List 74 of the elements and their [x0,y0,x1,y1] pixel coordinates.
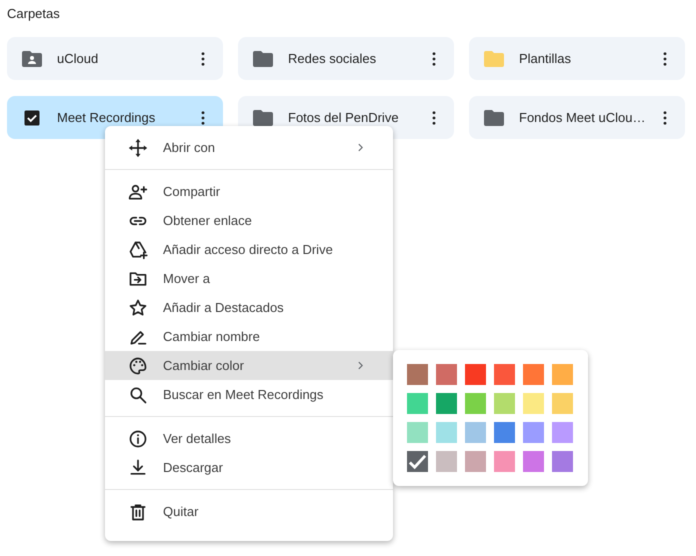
more-icon [663,110,667,124]
color-swatch[interactable] [494,451,515,472]
color-swatch[interactable] [523,364,544,385]
color-swatch[interactable] [465,451,486,472]
color-swatch[interactable] [465,393,486,414]
menu-item[interactable]: Compartir [105,177,393,206]
trash-icon [128,502,148,522]
menu-item[interactable]: Ver detalles [105,424,393,453]
info-icon [128,428,148,448]
menu-item[interactable]: Añadir acceso directo a Drive [105,235,393,264]
menu-item[interactable]: Buscar en Meet Recordings [105,380,393,409]
menu-label: Descargar [163,458,224,477]
checkbox-icon [22,108,42,128]
color-swatch[interactable] [552,393,573,414]
color-swatch[interactable] [523,451,544,472]
menu-label: Ver detalles [163,430,232,448]
color-swatch[interactable] [552,451,573,472]
more-icon [432,110,436,124]
folder-name: Plantillas [519,50,572,68]
color-swatch[interactable] [523,393,544,414]
folder-name: Fotos del PenDrive [288,108,400,127]
color-swatch[interactable] [407,393,428,414]
color-swatch[interactable] [407,422,428,443]
menu-label: Compartir [163,182,222,201]
menu-item[interactable]: Cambiar color [105,351,393,380]
color-swatch[interactable] [552,364,573,385]
menu-label: Añadir acceso directo a Drive [163,240,334,259]
menu-item[interactable]: Quitar [105,497,393,526]
folder-card[interactable]: Plantillas [469,37,685,80]
menu-label: Cambiar nombre [163,328,261,346]
download-icon [128,458,148,478]
color-swatch[interactable] [494,393,515,414]
color-swatch[interactable] [494,364,515,385]
checkmark-icon [408,452,427,471]
menu-item[interactable]: Mover a [105,264,393,293]
color-swatch[interactable] [436,364,457,385]
color-swatch[interactable] [494,422,515,443]
menu-item[interactable]: Obtener enlace [105,206,393,235]
folder-card[interactable]: uCloud [7,37,223,80]
color-swatch[interactable] [407,364,428,385]
menu-item[interactable]: Añadir a Destacados [105,293,393,322]
folder-name: uCloud [57,50,100,68]
menu-label: Cambiar color [163,356,245,375]
color-swatch[interactable] [523,422,544,443]
star-icon [128,298,148,318]
more-icon [201,110,205,124]
menu-label: Obtener enlace [163,212,253,230]
folder-name: Fondos Meet uClou… [519,108,646,127]
folder-card[interactable]: Fondos Meet uClou… [469,96,685,139]
color-swatch[interactable] [552,422,573,443]
folder-card[interactable]: Redes sociales [238,37,454,80]
menu-label: Buscar en Meet Recordings [163,386,324,404]
menu-label: Mover a [163,270,211,288]
menu-item[interactable]: Cambiar nombre [105,322,393,351]
menu-item[interactable]: Descargar [105,453,393,482]
menu-label: Abrir con [163,138,216,157]
more-icon [432,52,436,66]
color-swatch[interactable] [407,451,428,472]
search-icon [128,384,148,404]
color-swatch[interactable] [436,422,457,443]
color-swatch[interactable] [465,364,486,385]
menu-label: Añadir a Destacados [163,298,285,317]
menu-label: Quitar [163,502,200,521]
color-swatch[interactable] [465,422,486,443]
color-swatch[interactable] [436,451,457,472]
color-swatch[interactable] [436,393,457,414]
more-icon [663,52,667,66]
folder-name: Meet Recordings [57,108,156,127]
palette-icon [128,356,148,376]
move-arrows-icon [128,138,148,158]
section-title: Carpetas [7,5,60,23]
drive-plus-icon [128,240,148,260]
folder-name: Redes sociales [288,50,378,68]
more-icon [201,52,205,66]
